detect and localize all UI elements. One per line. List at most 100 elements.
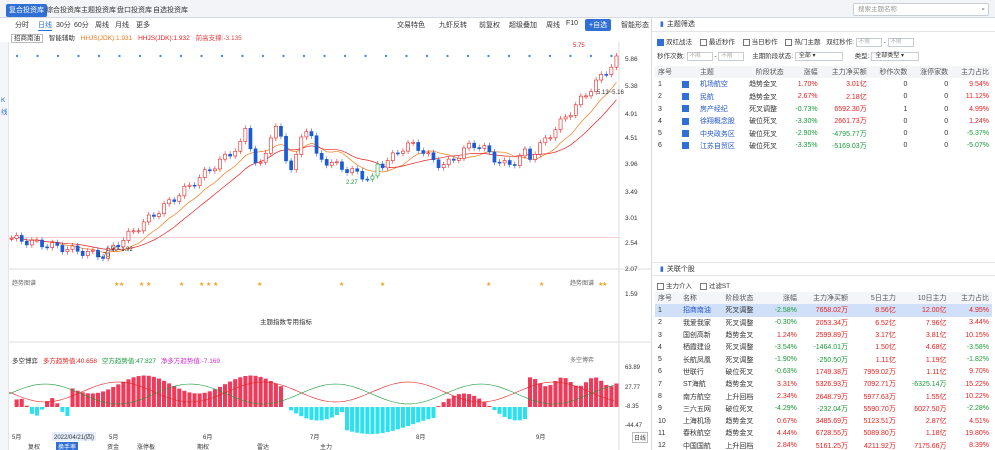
row-check[interactable] [679, 115, 697, 127]
toolbar-item[interactable]: 周线 [546, 20, 560, 30]
row-checkbox-icon[interactable] [681, 93, 689, 101]
row-check[interactable] [679, 127, 697, 139]
candlestick-chart[interactable]: 5.86 5.38 4.91 4.51 3.96 3.49 3.01 2.54 2.07 1.59… [9, 42, 651, 450]
sidebar-line[interactable]: 线 [1, 106, 8, 116]
check-main[interactable]: 主力介入 [657, 282, 692, 290]
col-header[interactable]: 主力占比 [949, 292, 992, 305]
col-header[interactable]: 序号 [655, 66, 679, 79]
toolbar-item[interactable]: 九虾反转 [439, 20, 467, 30]
col-header[interactable]: 主力净买额 [820, 66, 870, 79]
stock-row[interactable]: 7 ST海航 趋势金叉 3.31% 5326.93万 7092.71万 -6325.14万 1… [655, 378, 992, 390]
stage-select[interactable]: 全部 ▾ [794, 51, 843, 61]
check-today[interactable]: 当日秒作 [742, 38, 778, 46]
checkbox-icon[interactable] [657, 38, 664, 46]
toolbar-item[interactable]: F10 [566, 20, 578, 27]
checkbox-icon[interactable] [785, 38, 793, 46]
check-shuanghong[interactable]: 双红战法 [657, 38, 692, 46]
stock-row[interactable]: 4 栖霞建设 死叉调整 -3.54% -1464.01万 1.50亿 4.68亿 -3.58% [655, 341, 992, 353]
col-header[interactable]: 名称 [679, 292, 723, 305]
checkbox-icon[interactable] [657, 282, 664, 290]
col-header[interactable]: 5日主力 [851, 292, 899, 305]
col-header[interactable]: 涨幅 [764, 292, 800, 305]
bottom-tab[interactable]: 主力 [320, 442, 332, 450]
stock-row[interactable]: 8 南方航空 上升回档 2.34% 2648.79万 5977.63万 1.55亿 10.22… [655, 390, 992, 402]
col-header[interactable]: 阶段状态 [722, 292, 765, 305]
bottom-tab[interactable]: 复权 [28, 442, 40, 450]
bottom-tab[interactable]: 期权 [197, 442, 209, 450]
row-check[interactable] [679, 103, 697, 115]
col-header[interactable]: 序号 [655, 292, 680, 305]
checkbox-icon[interactable] [699, 38, 707, 46]
row-check[interactable] [679, 91, 697, 103]
period-tab[interactable]: 周线 [95, 20, 109, 30]
toolbar-item[interactable]: 交易特色 [397, 20, 425, 30]
smart-assist[interactable]: 智能辅助 [49, 35, 75, 42]
row-check[interactable] [679, 78, 697, 90]
search-input[interactable]: 搜索主题名称 ⌕ [853, 3, 989, 16]
theme-row[interactable]: 5 中央政务区 破位死叉 -2.90% -4795.77万 0 0 -5.37% [655, 127, 992, 139]
tab-market[interactable]: 盘口投资库 [114, 4, 155, 17]
col-header[interactable]: 秒作次数 [869, 66, 911, 79]
theme-row[interactable]: 4 徐翔概念股 破位死叉 -3.30% 2661.73万 0 0 1.24% [655, 115, 992, 127]
type-select[interactable]: 全部类型 ▾ [871, 51, 920, 61]
stock-row[interactable]: 1 招商南油 死叉调整 -2.58% 7658.02万 8.56亿 12.00亿 4.95% [655, 304, 992, 317]
theme-row[interactable]: 1 机场航空 趋势金叉 1.70% 3.01亿 0 0 9.54% [655, 78, 992, 90]
stock-row[interactable]: 3 国创高新 趋势金叉 1.24% 2599.89万 3.17亿 3.81亿 10.15% [655, 329, 992, 341]
check-recent[interactable]: 最近秒作 [699, 38, 735, 46]
period-tab-more[interactable]: 更多 [136, 20, 150, 30]
dual-min-input[interactable]: 不限 [855, 37, 882, 47]
col-header[interactable] [678, 66, 697, 79]
col-header[interactable]: 10日主力 [898, 292, 950, 305]
row-checkbox-icon[interactable] [681, 80, 689, 88]
check-st[interactable]: 过滤ST [699, 282, 730, 290]
bottom-tab[interactable]: 资金 [107, 442, 119, 450]
count-max-input[interactable]: 不限 [718, 51, 745, 61]
add-fav-button[interactable]: +自选 [585, 19, 612, 31]
tab-theme[interactable]: 主题投资库 [78, 4, 119, 17]
col-header[interactable]: 涨停家数 [910, 66, 952, 79]
stock-row[interactable]: 11 春秋航空 趋势金叉 4.44% 6728.55万 5089.80万 1.18亿 19.8… [655, 427, 992, 439]
toolbar-item[interactable]: 超级叠加 [509, 20, 537, 30]
col-header[interactable]: 主力净买额 [799, 292, 852, 305]
theme-row[interactable]: 3 房产经纪 死叉调整 -0.73% 6592.30万 1 0 4.99% [655, 103, 992, 115]
toolbar-item[interactable]: 前复权 [479, 20, 500, 30]
search-icon[interactable]: ⌕ [981, 4, 985, 15]
stock-row[interactable]: 5 长航凤凰 死叉调整 -1.90% -250.50万 1.11亿 1.19亿 -1.82% [655, 353, 992, 365]
row-checkbox-icon[interactable] [681, 105, 689, 113]
period-tab[interactable]: 60分 [74, 20, 89, 30]
sidebar-k[interactable]: K [1, 97, 5, 104]
period-tab[interactable]: 30分 [56, 20, 71, 30]
period-tab[interactable]: 月线 [115, 20, 129, 30]
candle [197, 177, 202, 187]
theme-row[interactable]: 2 民航 趋势金叉 2.67% 2.18亿 0 0 11.12% [655, 91, 992, 103]
checkbox-icon[interactable] [742, 38, 750, 46]
smart-pattern-button[interactable]: 智能形态 [621, 20, 649, 30]
check-hot[interactable]: 热门主题 [785, 38, 820, 46]
stock-row[interactable]: 6 世联行 破位死叉 -0.63% 1749.38万 7959.02万 1.11亿 9.70% [655, 366, 992, 378]
row-checkbox-icon[interactable] [681, 117, 689, 125]
bottom-tab[interactable]: 雷达 [257, 442, 269, 450]
row-cell: 0.67% [777, 417, 797, 425]
stock-row[interactable]: 10 上海机场 趋势金叉 0.67% 3485.69万 5123.51万 2.87亿 4.51… [655, 415, 992, 427]
dual-max-input[interactable]: 不限 [887, 37, 914, 47]
tab-watch[interactable]: 自选投资库 [150, 4, 191, 17]
row-check[interactable] [679, 140, 697, 152]
theme-row[interactable]: 6 江苏自贸区 破位死叉 -3.35% -5169.03万 0 0 -5.07% [655, 140, 992, 152]
stock-row[interactable]: 9 三六五网 破位死叉 -4.29% -232.04万 5590.70万 6027.50万 -… [655, 403, 992, 415]
tab-composite[interactable]: 复合投资库 [6, 4, 47, 17]
period-tab-active[interactable]: 日线 [38, 20, 52, 31]
row-checkbox-icon[interactable] [681, 129, 689, 137]
bottom-tab-active[interactable]: 换手率 [56, 442, 79, 450]
col-header[interactable]: 主力占比 [951, 66, 992, 79]
count-min-input[interactable]: 不限 [686, 51, 713, 61]
stock-row[interactable]: 2 我爱我家 死叉调整 -0.30% 2053.34万 6.52亿 7.96亿 3.44% [655, 317, 992, 329]
indicator-bar [258, 376, 263, 407]
bottom-tab[interactable]: 涨停板 [137, 442, 155, 450]
col-header[interactable]: 涨幅 [786, 66, 821, 79]
row-checkbox-icon[interactable] [681, 142, 689, 150]
period-tab[interactable]: 分时 [15, 20, 29, 30]
checkbox-icon[interactable] [699, 282, 707, 290]
stock-row[interactable]: 12 中国国航 上升回档 2.84% 5161.25万 4211.92万 7175.66万 8… [655, 440, 992, 450]
col-header[interactable]: 阶段状态 [746, 66, 787, 79]
col-header[interactable]: 主题 [696, 66, 747, 79]
